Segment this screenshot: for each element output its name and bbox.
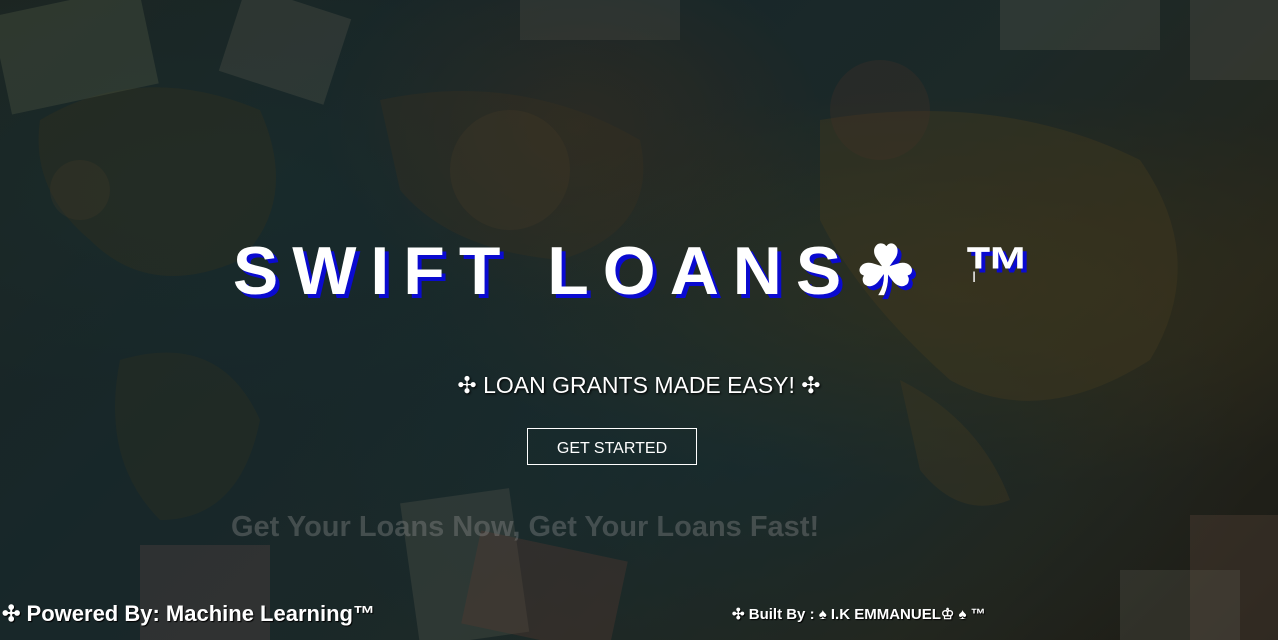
text-cursor-icon: I xyxy=(972,270,977,286)
site-title: SWIFT LOANS☘ ™ xyxy=(232,233,1046,309)
powered-by-text: ✣ Powered By: Machine Learning™ xyxy=(2,601,375,626)
world-map-background xyxy=(0,0,1278,640)
built-by-text: ✣ Built By : ♠ I.K EMMANUEL♔ ♠ ™ xyxy=(732,606,986,623)
tagline: ✣ LOAN GRANTS MADE EASY! ✣ xyxy=(457,372,821,398)
slogan-text: Get Your Loans Now, Get Your Loans Fast! xyxy=(231,511,820,543)
get-started-button[interactable]: GET STARTED xyxy=(527,428,697,465)
hero-section: SWIFT LOANS☘ ™ I ✣ LOAN GRANTS MADE EASY… xyxy=(0,0,1278,640)
